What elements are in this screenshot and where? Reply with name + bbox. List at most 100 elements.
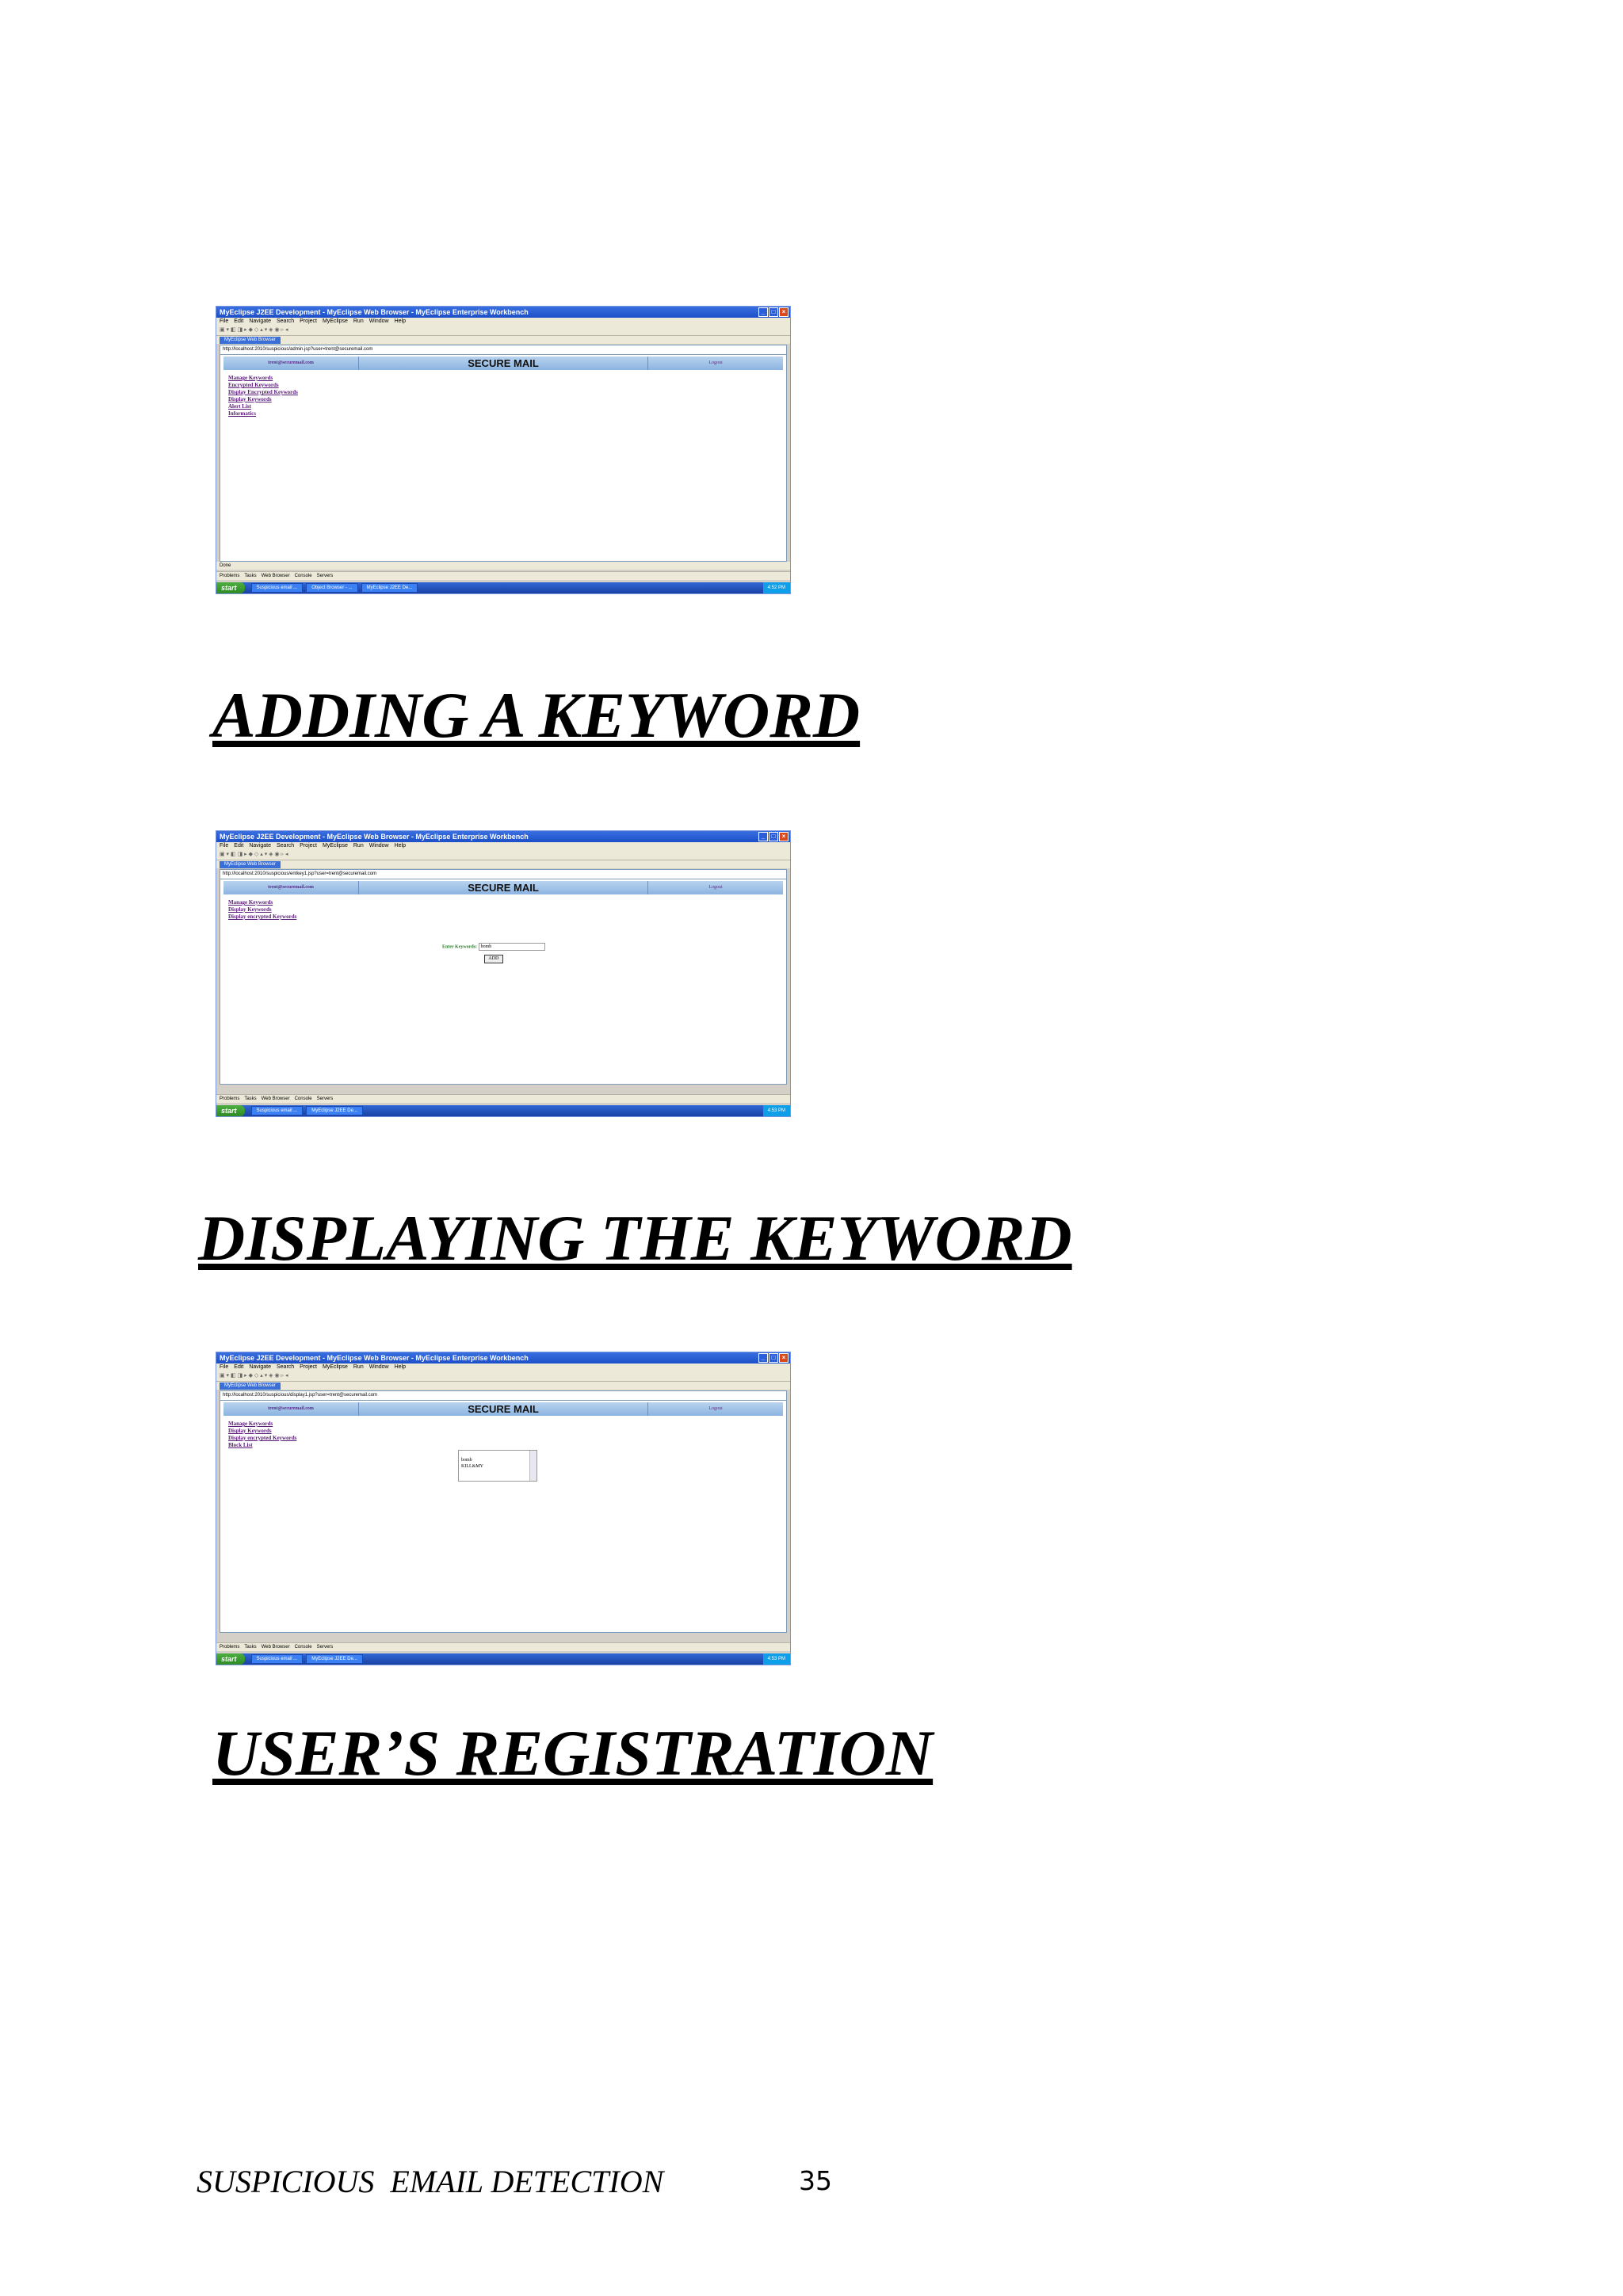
tab-web-browser[interactable]: MyEclipse Web Browser — [220, 1383, 281, 1390]
user-email: trent@securemail.com — [268, 885, 314, 890]
menu-navigate[interactable]: Navigate — [249, 1364, 271, 1370]
menu-file[interactable]: File — [220, 318, 228, 324]
menu-file[interactable]: File — [220, 1364, 228, 1370]
minimize-icon[interactable]: _ — [758, 307, 768, 317]
minimize-icon[interactable]: _ — [758, 832, 768, 841]
link-manage-keywords[interactable]: Manage Keywords — [228, 1421, 786, 1428]
menu-window[interactable]: Window — [369, 318, 389, 324]
close-icon[interactable]: × — [779, 832, 789, 841]
view-tab-tasks[interactable]: Tasks — [244, 1097, 256, 1101]
start-button[interactable]: start — [216, 1653, 245, 1665]
menu-project[interactable]: Project — [300, 843, 317, 849]
menu-project[interactable]: Project — [300, 1364, 317, 1370]
view-tab-web-browser[interactable]: Web Browser — [262, 574, 290, 578]
view-tab-web-browser[interactable]: Web Browser — [262, 1645, 290, 1650]
menu-run[interactable]: Run — [353, 1364, 364, 1370]
menu-run[interactable]: Run — [353, 843, 364, 849]
minimize-icon[interactable]: _ — [758, 1353, 768, 1363]
menu-help[interactable]: Help — [395, 1364, 406, 1370]
view-tab-web-browser[interactable]: Web Browser — [262, 1097, 290, 1101]
menu-edit[interactable]: Edit — [234, 1364, 243, 1370]
logout-link[interactable]: Logout — [648, 1402, 783, 1416]
menu-navigate[interactable]: Navigate — [249, 318, 271, 324]
menu-bar: File Edit Navigate Search Project MyEclipse Ru… — [216, 842, 790, 850]
menu-myeclipse[interactable]: MyEclipse — [323, 318, 348, 324]
menu-window[interactable]: Window — [369, 843, 389, 849]
taskbar: start Suspicious email ... Object Browse… — [216, 582, 790, 593]
view-tab-console[interactable]: Console — [295, 574, 312, 578]
link-display-encrypted-keywords[interactable]: Display encrypted Keywords — [228, 1435, 786, 1442]
view-tab-tasks[interactable]: Tasks — [244, 574, 256, 578]
close-icon[interactable]: × — [779, 307, 789, 317]
nav-links: Manage Keywords Encrypted Keywords Displ… — [228, 375, 786, 418]
logout-link[interactable]: Logout — [648, 881, 783, 894]
menu-edit[interactable]: Edit — [234, 843, 243, 849]
view-tab-problems[interactable]: Problems — [220, 1097, 239, 1101]
nav-links: Manage Keywords Display Keywords Display… — [228, 899, 786, 921]
view-tab-servers[interactable]: Servers — [317, 574, 334, 578]
start-button[interactable]: start — [216, 582, 245, 593]
menu-search[interactable]: Search — [277, 318, 294, 324]
view-tab-problems[interactable]: Problems — [220, 1645, 239, 1650]
maximize-icon[interactable]: □ — [769, 307, 778, 317]
view-tab-tasks[interactable]: Tasks — [244, 1645, 256, 1650]
toolbar: ▣ ▾ ◧ ◨ ▸ ◆ ◇ ▴ ▾ ◈ ◉ ▹ ◂ — [216, 326, 790, 336]
taskbar-item[interactable]: Suspicious email ... — [250, 1106, 304, 1116]
start-button[interactable]: start — [216, 1105, 245, 1116]
menu-edit[interactable]: Edit — [234, 318, 243, 324]
menu-bar: File Edit Navigate Search Project MyEclipse Ru… — [216, 1363, 790, 1371]
system-clock: 4:53 PM — [762, 1653, 790, 1665]
taskbar-item[interactable]: Suspicious email ... — [250, 1654, 304, 1664]
view-tab-console[interactable]: Console — [295, 1645, 312, 1650]
tab-web-browser[interactable]: MyEclipse Web Browser — [220, 861, 281, 868]
keyword-input[interactable]: bomb — [478, 943, 545, 951]
logout-link[interactable]: Logout — [648, 357, 783, 370]
user-email: trent@securemail.com — [268, 1406, 314, 1411]
taskbar-item[interactable]: Suspicious email ... — [250, 583, 304, 593]
link-informatics[interactable]: Informatics — [228, 410, 786, 418]
list-item[interactable]: bomb — [461, 1457, 537, 1463]
maximize-icon[interactable]: □ — [769, 1353, 778, 1363]
link-display-keywords[interactable]: Display Keywords — [228, 396, 786, 403]
listbox-scrollbar[interactable] — [529, 1451, 537, 1481]
view-tab-problems[interactable]: Problems — [220, 574, 239, 578]
view-tab-console[interactable]: Console — [295, 1097, 312, 1101]
view-tab-servers[interactable]: Servers — [317, 1645, 334, 1650]
menu-run[interactable]: Run — [353, 318, 364, 324]
taskbar-item[interactable]: MyEclipse J2EE De... — [306, 1654, 363, 1664]
menu-search[interactable]: Search — [277, 843, 294, 849]
menu-help[interactable]: Help — [395, 318, 406, 324]
heading-adding-keyword: ADDING A KEYWORD — [212, 679, 861, 751]
taskbar-item[interactable]: MyEclipse J2EE De... — [361, 583, 418, 593]
menu-file[interactable]: File — [220, 843, 228, 849]
menu-myeclipse[interactable]: MyEclipse — [323, 843, 348, 849]
menu-search[interactable]: Search — [277, 1364, 294, 1370]
user-email: trent@securemail.com — [268, 360, 314, 365]
taskbar-item[interactable]: Object Browser - ... — [306, 583, 358, 593]
link-display-keywords[interactable]: Display Keywords — [228, 906, 786, 913]
add-button[interactable]: ADD — [483, 955, 503, 963]
maximize-icon[interactable]: □ — [769, 832, 778, 841]
list-item[interactable]: KILL&MY — [461, 1463, 537, 1470]
menu-project[interactable]: Project — [300, 318, 317, 324]
link-manage-keywords[interactable]: Manage Keywords — [228, 899, 786, 906]
menu-help[interactable]: Help — [395, 843, 406, 849]
link-alert-list[interactable]: Alert List — [228, 403, 786, 410]
link-manage-keywords[interactable]: Manage Keywords — [228, 375, 786, 382]
keyword-listbox[interactable]: bomb KILL&MY — [458, 1450, 537, 1482]
keyword-label: Enter Keywords: — [442, 944, 478, 950]
menu-window[interactable]: Window — [369, 1364, 389, 1370]
link-display-encrypted-keywords[interactable]: Display Encrypted Keywords — [228, 389, 786, 396]
window-titlebar: MyEclipse J2EE Development - MyEclipse W… — [216, 1352, 790, 1363]
link-display-keywords[interactable]: Display Keywords — [228, 1428, 786, 1435]
link-block-list[interactable]: Block List — [228, 1442, 786, 1449]
link-encrypted-keywords[interactable]: Encrypted Keywords — [228, 382, 786, 389]
menu-myeclipse[interactable]: MyEclipse — [323, 1364, 348, 1370]
close-icon[interactable]: × — [779, 1353, 789, 1363]
taskbar-item[interactable]: MyEclipse J2EE De... — [306, 1106, 363, 1116]
link-display-encrypted-keywords[interactable]: Display encrypted Keywords — [228, 913, 786, 921]
view-tab-servers[interactable]: Servers — [317, 1097, 334, 1101]
menu-navigate[interactable]: Navigate — [249, 843, 271, 849]
site-header: trent@securemail.com SECURE MAIL Logout — [223, 1402, 783, 1416]
tab-web-browser[interactable]: MyEclipse Web Browser — [220, 337, 281, 344]
